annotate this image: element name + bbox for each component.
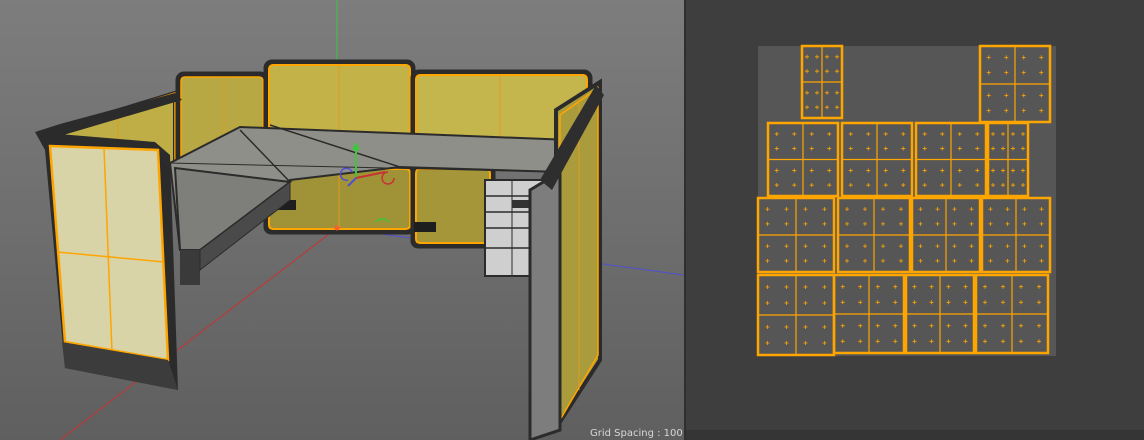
world-origin-marker <box>334 225 340 231</box>
uv-island[interactable] <box>974 273 1050 355</box>
uv-island[interactable] <box>756 273 836 357</box>
uv-island[interactable] <box>910 196 982 274</box>
uv-island[interactable] <box>986 121 1030 198</box>
app-window: Grid Spacing : 100 cm <box>0 0 1144 440</box>
uv-island[interactable] <box>836 196 912 274</box>
uv-island[interactable] <box>840 121 914 198</box>
uv-island[interactable] <box>904 273 976 355</box>
uv-editor-panel[interactable] <box>686 0 1144 440</box>
uv-island[interactable] <box>800 44 844 120</box>
uv-island[interactable] <box>756 196 836 274</box>
uv-island[interactable] <box>832 273 906 355</box>
uv-island[interactable] <box>978 44 1052 124</box>
grid-spacing-label: Grid Spacing : 100 cm <box>590 428 684 439</box>
uv-canvas[interactable] <box>686 0 1144 440</box>
uv-island[interactable] <box>980 196 1052 274</box>
uv-island[interactable] <box>914 121 988 198</box>
uv-status-bar <box>686 430 1144 440</box>
uv-island[interactable] <box>766 121 840 198</box>
3d-viewport[interactable]: Grid Spacing : 100 cm <box>0 0 684 440</box>
viewport-scene <box>35 0 684 440</box>
